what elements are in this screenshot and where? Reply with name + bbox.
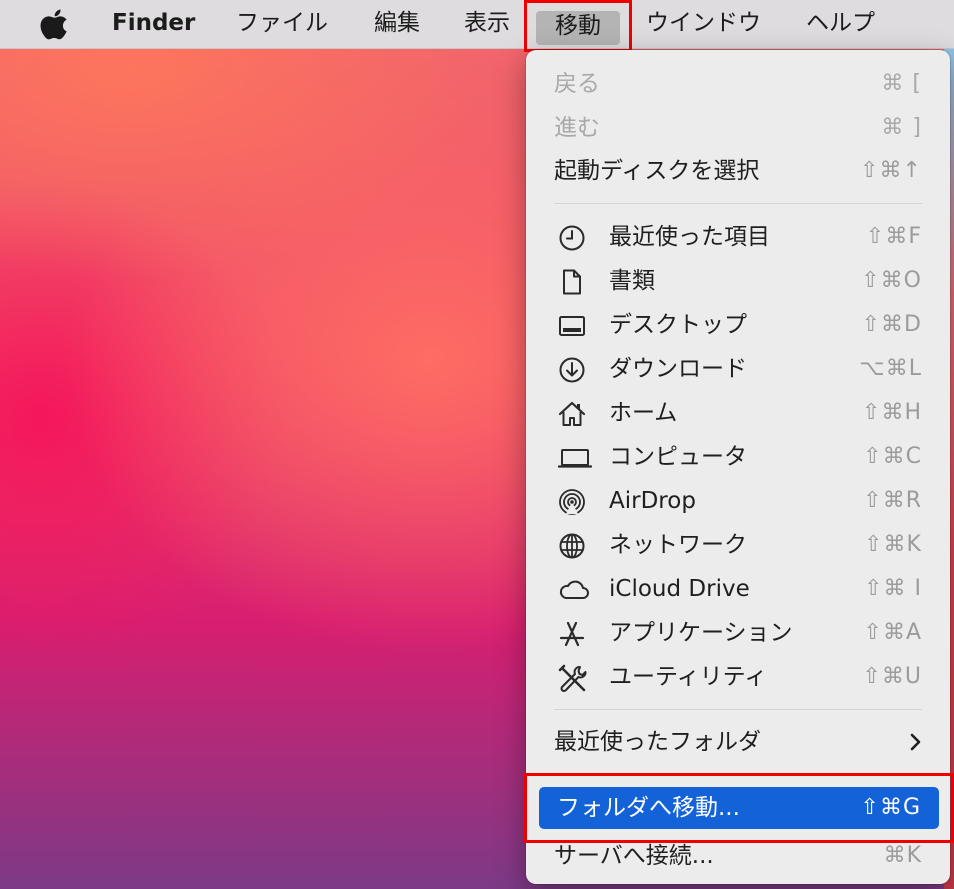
menubar-view[interactable]: 表示 [464, 0, 510, 48]
menu-item-back[interactable]: 戻る ⌘ [ [526, 64, 950, 104]
menu-item-shortcut: ⇧⌘C [863, 444, 922, 469]
desktop-icon [558, 312, 586, 340]
menu-item-label: 進む [554, 115, 600, 141]
document-icon [558, 268, 586, 296]
menu-item-desktop[interactable]: デスクトップ ⇧⌘D [526, 305, 950, 345]
menu-item-label: AirDrop [609, 488, 696, 514]
menu-item-label: ネットワーク [609, 532, 747, 558]
menu-item-label: 戻る [554, 71, 600, 97]
menu-item-network[interactable]: ネットワーク ⇧⌘K [526, 525, 950, 565]
clock-icon [558, 224, 586, 252]
menu-item-shortcut: ⇧⌘A [863, 620, 922, 645]
menu-item-shortcut: ⇧⌘K [864, 532, 922, 557]
laptop-icon [558, 444, 592, 472]
menu-item-startup-disk[interactable]: 起動ディスクを選択 ⇧⌘↑ [526, 151, 950, 191]
menu-item-forward[interactable]: 進む ⌘ ] [526, 108, 950, 148]
apple-logo-icon[interactable] [40, 8, 70, 40]
menu-bar: Finder ファイル 編集 表示 移動 ウインドウ ヘルプ [0, 0, 954, 52]
menu-item-go-to-folder[interactable]: フォルダへ移動... ⇧⌘G [539, 787, 939, 829]
menu-item-label: アプリケーション [609, 620, 793, 646]
menubar-finder[interactable]: Finder [112, 0, 195, 48]
menu-item-label: 書類 [609, 268, 655, 294]
applications-icon [558, 620, 586, 648]
menu-item-shortcut: ⇧⌘D [861, 312, 922, 337]
menu-item-shortcut: ⇧⌘↑ [860, 158, 922, 183]
globe-icon [558, 532, 586, 560]
menu-item-computer[interactable]: コンピュータ ⇧⌘C [526, 437, 950, 477]
menu-item-label: 最近使ったフォルダ [554, 729, 761, 755]
menu-item-icloud-drive[interactable]: iCloud Drive ⇧⌘ I [526, 569, 950, 609]
airdrop-icon [558, 488, 586, 516]
menu-item-label: ホーム [609, 400, 678, 426]
menu-item-documents[interactable]: 書類 ⇧⌘O [526, 261, 950, 301]
go-to-folder-annotation: フォルダへ移動... ⇧⌘G [524, 773, 954, 843]
menubar-window[interactable]: ウインドウ [646, 0, 761, 48]
menu-item-downloads[interactable]: ダウンロード ⌥⌘L [526, 349, 950, 389]
menu-item-shortcut: ⌘ [ [881, 71, 922, 96]
menu-item-label: ユーティリティ [609, 664, 768, 690]
menu-item-label: 最近使った項目 [609, 224, 770, 250]
menu-separator [554, 709, 922, 710]
menu-item-label: フォルダへ移動... [557, 795, 740, 821]
menubar-edit[interactable]: 編集 [374, 0, 420, 48]
menubar-go-annotation: 移動 [524, 0, 632, 52]
menu-item-recents[interactable]: 最近使った項目 ⇧⌘F [526, 217, 950, 257]
menu-item-applications[interactable]: アプリケーション ⇧⌘A [526, 613, 950, 653]
menu-item-label: 起動ディスクを選択 [554, 158, 760, 184]
download-icon [558, 356, 586, 384]
go-menu: 戻る ⌘ [ 進む ⌘ ] 起動ディスクを選択 ⇧⌘↑ 最近使った項目 ⇧⌘F … [526, 50, 950, 884]
menu-item-shortcut: ⇧⌘H [862, 400, 922, 425]
menu-item-shortcut: ⇧⌘U [862, 664, 922, 689]
menu-item-airdrop[interactable]: AirDrop ⇧⌘R [526, 481, 950, 521]
menu-item-recent-folders[interactable]: 最近使ったフォルダ [526, 722, 950, 762]
menu-item-label: コンピュータ [609, 444, 747, 470]
menubar-help[interactable]: ヘルプ [806, 0, 875, 48]
menu-item-shortcut: ⇧⌘G [860, 795, 921, 820]
menu-item-label: ダウンロード [609, 356, 747, 382]
home-icon [558, 400, 586, 428]
menu-item-label: デスクトップ [609, 312, 747, 338]
menu-item-home[interactable]: ホーム ⇧⌘H [526, 393, 950, 433]
menu-item-label: iCloud Drive [609, 576, 750, 602]
menu-item-utilities[interactable]: ユーティリティ ⇧⌘U [526, 657, 950, 697]
chevron-right-icon [908, 732, 924, 752]
tools-icon [558, 664, 587, 692]
menu-item-shortcut: ⇧⌘F [865, 224, 922, 249]
menubar-file[interactable]: ファイル [236, 0, 328, 48]
menu-item-shortcut: ⇧⌘O [861, 268, 922, 293]
menubar-go[interactable]: 移動 [527, 3, 629, 49]
menu-item-shortcut: ⌥⌘L [859, 356, 922, 381]
cloud-icon [558, 576, 589, 604]
menu-separator [554, 203, 922, 204]
menu-item-shortcut: ⇧⌘R [863, 488, 922, 513]
menu-item-shortcut: ⌘ ] [881, 115, 922, 140]
menu-item-shortcut: ⇧⌘ I [864, 576, 922, 601]
